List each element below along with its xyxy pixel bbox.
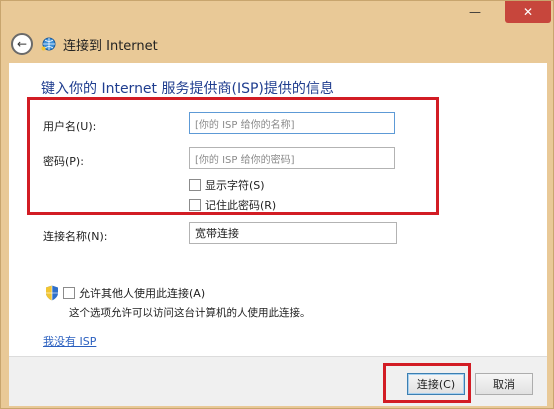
no-isp-link[interactable]: 我没有 ISP — [43, 333, 96, 349]
remember-label: 记住此密码(R) — [205, 199, 277, 212]
username-label: 用户名(U): — [43, 120, 97, 133]
remember-password-checkbox[interactable]: 记住此密码(R) — [189, 197, 276, 213]
cancel-button[interactable]: 取消 — [475, 373, 533, 395]
window-title: 连接到 Internet — [63, 38, 158, 54]
window-frame: — ✕ ← 连接到 Internet 键入你的 Internet 服务提供商(I… — [0, 0, 554, 409]
password-label: 密码(P): — [43, 155, 84, 168]
connection-name-input[interactable]: 宽带连接 — [189, 222, 397, 244]
uac-shield-icon — [46, 285, 58, 301]
allow-others-checkbox[interactable]: 允许其他人使用此连接(A) — [45, 285, 205, 301]
minimize-button[interactable]: — — [463, 1, 487, 23]
title-bar: — ✕ — [1, 1, 554, 29]
button-bar: 连接(C) 取消 — [9, 356, 547, 406]
close-button[interactable]: ✕ — [505, 1, 551, 23]
show-chars-checkbox[interactable]: 显示字符(S) — [189, 177, 265, 193]
show-chars-label: 显示字符(S) — [205, 179, 265, 192]
wizard-header: ← 连接到 Internet — [9, 29, 547, 59]
content-pane: 键入你的 Internet 服务提供商(ISP)提供的信息 用户名(U): [你… — [9, 63, 547, 356]
network-icon — [41, 37, 56, 51]
back-button[interactable]: ← — [11, 33, 33, 55]
checkbox-box[interactable] — [63, 287, 75, 299]
password-input[interactable]: [你的 ISP 给你的密码] — [189, 147, 395, 169]
page-heading: 键入你的 Internet 服务提供商(ISP)提供的信息 — [41, 81, 334, 97]
checkbox-box[interactable] — [189, 179, 201, 191]
allow-others-note: 这个选项允许可以访问这台计算机的人使用此连接。 — [69, 307, 311, 319]
allow-others-label: 允许其他人使用此连接(A) — [79, 287, 206, 300]
highlight-box-connect — [383, 363, 471, 403]
arrow-left-icon: ← — [16, 37, 28, 51]
checkbox-box[interactable] — [189, 199, 201, 211]
username-input[interactable]: [你的 ISP 给你的名称] — [189, 112, 395, 134]
connection-name-label: 连接名称(N): — [43, 230, 108, 243]
